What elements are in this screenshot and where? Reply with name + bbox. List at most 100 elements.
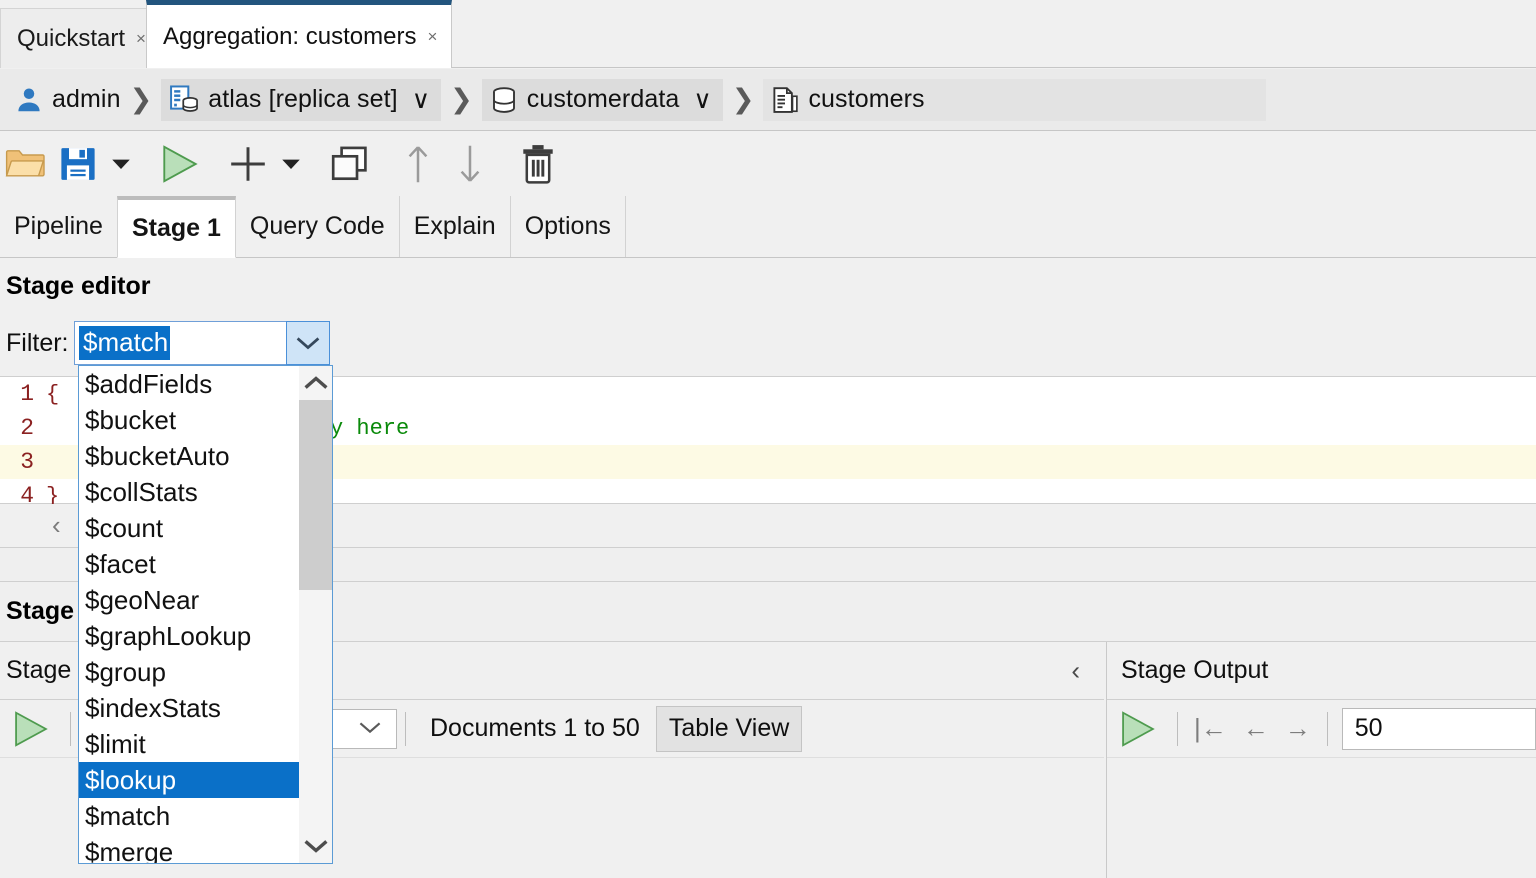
- dropdown-option-label: $group: [85, 657, 166, 688]
- scroll-down-icon[interactable]: [299, 829, 332, 863]
- chevron-down-icon[interactable]: [358, 717, 382, 741]
- tab-pipeline[interactable]: Pipeline: [0, 196, 117, 257]
- table-view-label: Table View: [669, 714, 789, 743]
- dropdown-option-label: $bucket: [85, 405, 176, 436]
- toolbar-divider: [70, 712, 71, 746]
- breadcrumb: admin ❯ atlas [replica set] ∨ ❯: [0, 69, 1536, 131]
- dropdown-option-label: $count: [85, 513, 163, 544]
- stage-input-title: Stage: [6, 656, 71, 685]
- filter-row: Filter: $match: [0, 320, 1536, 366]
- dropdown-option-label: $geoNear: [85, 585, 199, 616]
- tab-stage-1-label: Stage 1: [132, 214, 221, 243]
- add-stage-dropdown-button[interactable]: [274, 136, 308, 192]
- breadcrumb-collection[interactable]: customers: [763, 79, 1265, 121]
- close-icon[interactable]: ×: [136, 30, 146, 47]
- duplicate-stage-button[interactable]: [324, 136, 376, 192]
- dropdown-option-merge[interactable]: $merge: [79, 834, 301, 864]
- stage-output-title: Stage Output: [1121, 656, 1268, 685]
- stage-output-pane: Stage Output |← ← → 50: [1106, 642, 1536, 878]
- breadcrumb-connection[interactable]: atlas [replica set] ∨: [161, 79, 441, 121]
- save-dropdown-button[interactable]: [104, 136, 138, 192]
- tab-options-label: Options: [525, 212, 611, 241]
- dropdown-option-group[interactable]: $group: [79, 654, 301, 690]
- tab-query-code[interactable]: Query Code: [236, 196, 400, 257]
- dropdown-option-bucket[interactable]: $bucket: [79, 402, 301, 438]
- stage-operator-combobox[interactable]: $match: [74, 321, 330, 365]
- line-number: 2: [0, 415, 40, 441]
- dropdown-option-limit[interactable]: $limit: [79, 726, 301, 762]
- line-number: 1: [0, 381, 40, 407]
- add-stage-button[interactable]: [222, 136, 274, 192]
- dropdown-option-label: $limit: [85, 729, 146, 760]
- tab-pipeline-label: Pipeline: [14, 212, 103, 241]
- dropdown-option-facet[interactable]: $facet: [79, 546, 301, 582]
- tab-options[interactable]: Options: [511, 196, 626, 257]
- database-icon: [489, 85, 519, 115]
- breadcrumb-separator-3: ❯: [732, 84, 755, 115]
- breadcrumb-database[interactable]: customerdata ∨: [482, 79, 723, 121]
- run-pipeline-button[interactable]: [154, 136, 206, 192]
- stage-output-limit-input[interactable]: 50: [1342, 708, 1536, 750]
- line-number: 3: [0, 449, 40, 475]
- dropdown-option-graphLookup[interactable]: $graphLookup: [79, 618, 301, 654]
- stage-operator-dropdown[interactable]: $addFields $bucket $bucketAuto$collStats$c…: [78, 365, 333, 864]
- dropdown-option-label: $graphLookup: [85, 621, 251, 652]
- dropdown-option-label: $indexStats: [85, 693, 221, 724]
- stage-output-run-button[interactable]: [1107, 710, 1169, 748]
- tab-aggregation-customers[interactable]: Aggregation: customers ×: [146, 0, 452, 68]
- dropdown-scrollbar-track[interactable]: [299, 400, 332, 829]
- tab-stage-1[interactable]: Stage 1: [117, 196, 236, 258]
- dropdown-scrollbar-thumb[interactable]: [299, 400, 332, 590]
- chevron-left-icon[interactable]: ‹: [52, 510, 61, 541]
- stage-section-title: Stage: [6, 597, 74, 626]
- close-icon[interactable]: ×: [427, 28, 437, 45]
- dropdown-option-label: $bucketAuto: [85, 441, 230, 472]
- stage-toolbar: [0, 132, 1536, 196]
- move-stage-up-button[interactable]: [392, 136, 444, 192]
- stage-input-run-button[interactable]: [0, 710, 62, 748]
- tab-explain[interactable]: Explain: [400, 196, 511, 257]
- chevron-down-icon[interactable]: [286, 321, 330, 365]
- stage-output-header: Stage Output: [1107, 642, 1536, 700]
- breadcrumb-separator-1: ❯: [130, 84, 153, 115]
- user-icon: [14, 85, 44, 115]
- scroll-up-icon[interactable]: [299, 366, 332, 400]
- stage-output-body: [1107, 758, 1536, 878]
- stage-operator-option-list: $addFields $bucket $bucketAuto$collStats$c…: [79, 366, 301, 864]
- tab-query-code-label: Query Code: [250, 212, 385, 241]
- dropdown-option-label: $merge: [85, 837, 173, 865]
- move-stage-down-button[interactable]: [444, 136, 496, 192]
- chevron-left-icon[interactable]: ‹: [1071, 655, 1080, 686]
- dropdown-option-match[interactable]: $match: [79, 798, 301, 834]
- first-page-icon[interactable]: |←: [1194, 713, 1227, 744]
- breadcrumb-connection-label: atlas [replica set]: [208, 85, 398, 114]
- stage-subtabs: Pipeline Stage 1 Query Code Explain Opti…: [0, 196, 1536, 258]
- chevron-down-icon[interactable]: ∨: [693, 85, 711, 115]
- dropdown-option-label: $facet: [85, 549, 156, 580]
- dropdown-option-bucketAuto[interactable]: $bucketAuto: [79, 438, 301, 474]
- server-icon: [168, 84, 200, 116]
- table-view-button[interactable]: Table View: [656, 706, 802, 752]
- dropdown-option-collStats[interactable]: $collStats: [79, 474, 301, 510]
- breadcrumb-user[interactable]: admin: [14, 78, 121, 122]
- stage-operator-input[interactable]: $match: [79, 326, 170, 360]
- tab-quickstart[interactable]: Quickstart ×: [0, 8, 161, 68]
- delete-stage-button[interactable]: [512, 136, 564, 192]
- dropdown-option-geoNear[interactable]: $geoNear: [79, 582, 301, 618]
- dropdown-option-label: $addFields: [85, 369, 212, 400]
- save-pipeline-button[interactable]: [52, 136, 104, 192]
- breadcrumb-collection-label: customers: [808, 85, 924, 114]
- open-pipeline-button[interactable]: [0, 136, 52, 192]
- dropdown-option-indexStats[interactable]: $indexStats: [79, 690, 301, 726]
- prev-page-icon[interactable]: ←: [1243, 713, 1269, 744]
- dropdown-option-addFields[interactable]: $addFields: [79, 366, 301, 402]
- collection-icon: [770, 85, 800, 115]
- chevron-down-icon[interactable]: ∨: [412, 85, 430, 115]
- next-page-icon[interactable]: →: [1285, 713, 1311, 744]
- toolbar-divider: [1327, 712, 1328, 746]
- dropdown-option-lookup[interactable]: $lookup: [79, 762, 301, 798]
- tab-quickstart-label: Quickstart: [17, 25, 125, 53]
- code-line-text: {: [40, 382, 59, 407]
- dropdown-scrollbar[interactable]: [299, 366, 332, 863]
- dropdown-option-count[interactable]: $count: [79, 510, 301, 546]
